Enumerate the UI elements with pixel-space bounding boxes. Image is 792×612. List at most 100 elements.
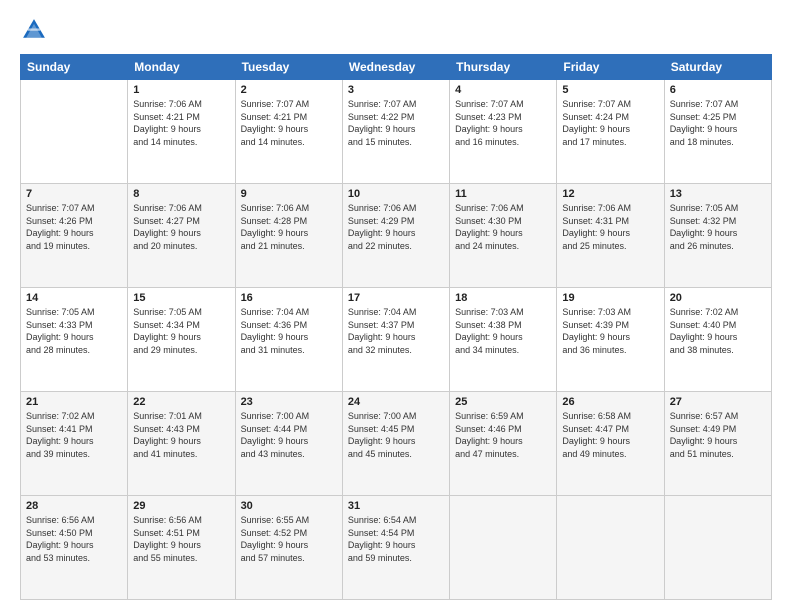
calendar-row: 28 Sunrise: 6:56 AM Sunset: 4:50 PM Dayli… xyxy=(21,496,772,600)
header-friday: Friday xyxy=(557,55,664,80)
calendar-cell: 4Sunrise: 7:07 AM Sunset: 4:23 PM Daylig… xyxy=(450,80,557,184)
logo xyxy=(20,16,52,44)
cell-info-text: Sunrise: 7:03 AM Sunset: 4:38 PM Dayligh… xyxy=(455,306,551,356)
header-saturday: Saturday xyxy=(664,55,771,80)
calendar-cell xyxy=(557,496,664,600)
cell-info-text: Sunrise: 7:07 AM Sunset: 4:22 PM Dayligh… xyxy=(348,98,444,148)
cell-info-text: Sunrise: 7:01 AM Sunset: 4:43 PM Dayligh… xyxy=(133,410,229,460)
cell-info-text: Sunrise: 6:59 AM Sunset: 4:46 PM Dayligh… xyxy=(455,410,551,460)
cell-info-text: Sunrise: 7:03 AM Sunset: 4:39 PM Dayligh… xyxy=(562,306,658,356)
cell-info-text: Sunrise: 7:06 AM Sunset: 4:29 PM Dayligh… xyxy=(348,202,444,252)
calendar-cell: 24 Sunrise: 7:00 AM Sunset: 4:45 PM Dayli… xyxy=(342,392,449,496)
cell-date-number: 7 xyxy=(26,188,122,200)
header-tuesday: Tuesday xyxy=(235,55,342,80)
cell-info-text: Sunrise: 7:06 AM Sunset: 4:27 PM Dayligh… xyxy=(133,202,229,252)
calendar-cell: 28 Sunrise: 6:56 AM Sunset: 4:50 PM Dayli… xyxy=(21,496,128,600)
header-thursday: Thursday xyxy=(450,55,557,80)
page: Sunday Monday Tuesday Wednesday Thursday… xyxy=(0,0,792,612)
logo-icon xyxy=(20,16,48,44)
cell-info-text: Sunrise: 7:06 AM Sunset: 4:28 PM Dayligh… xyxy=(241,202,337,252)
cell-date-number: 17 xyxy=(348,292,444,304)
cell-info-text: Sunrise: 7:06 AM Sunset: 4:30 PM Dayligh… xyxy=(455,202,551,252)
cell-date-number: 25 xyxy=(455,396,551,408)
cell-date-number: 8 xyxy=(133,188,229,200)
cell-date-number: 2 xyxy=(241,84,337,96)
calendar-cell: 1 Sunrise: 7:06 AM Sunset: 4:21 PM Daylig… xyxy=(128,80,235,184)
cell-date-number: 30 xyxy=(241,500,337,512)
calendar-cell: 7 Sunrise: 7:07 AM Sunset: 4:26 PM Daylig… xyxy=(21,184,128,288)
calendar-cell: 14Sunrise: 7:05 AM Sunset: 4:33 PM Dayli… xyxy=(21,288,128,392)
weekday-header-row: Sunday Monday Tuesday Wednesday Thursday… xyxy=(21,55,772,80)
cell-date-number: 9 xyxy=(241,188,337,200)
calendar-cell: 27Sunrise: 6:57 AM Sunset: 4:49 PM Dayli… xyxy=(664,392,771,496)
calendar-cell: 25 Sunrise: 6:59 AM Sunset: 4:46 PM Dayli… xyxy=(450,392,557,496)
calendar-cell: 2 Sunrise: 7:07 AM Sunset: 4:21 PM Daylig… xyxy=(235,80,342,184)
cell-info-text: Sunrise: 7:00 AM Sunset: 4:44 PM Dayligh… xyxy=(241,410,337,460)
calendar-cell: 21 Sunrise: 7:02 AM Sunset: 4:41 PM Dayli… xyxy=(21,392,128,496)
cell-info-text: Sunrise: 7:02 AM Sunset: 4:40 PM Dayligh… xyxy=(670,306,766,356)
cell-date-number: 14 xyxy=(26,292,122,304)
cell-date-number: 27 xyxy=(670,396,766,408)
calendar-row: 7 Sunrise: 7:07 AM Sunset: 4:26 PM Daylig… xyxy=(21,184,772,288)
calendar-cell xyxy=(21,80,128,184)
calendar-cell: 26Sunrise: 6:58 AM Sunset: 4:47 PM Dayli… xyxy=(557,392,664,496)
cell-date-number: 19 xyxy=(562,292,658,304)
cell-info-text: Sunrise: 6:54 AM Sunset: 4:54 PM Dayligh… xyxy=(348,514,444,564)
calendar-cell: 6 Sunrise: 7:07 AM Sunset: 4:25 PM Daylig… xyxy=(664,80,771,184)
cell-date-number: 16 xyxy=(241,292,337,304)
header xyxy=(20,16,772,44)
calendar-cell: 11 Sunrise: 7:06 AM Sunset: 4:30 PM Dayli… xyxy=(450,184,557,288)
calendar-cell: 31Sunrise: 6:54 AM Sunset: 4:54 PM Dayli… xyxy=(342,496,449,600)
cell-date-number: 18 xyxy=(455,292,551,304)
cell-date-number: 22 xyxy=(133,396,229,408)
calendar-cell xyxy=(450,496,557,600)
cell-info-text: Sunrise: 7:06 AM Sunset: 4:21 PM Dayligh… xyxy=(133,98,229,148)
cell-date-number: 11 xyxy=(455,188,551,200)
cell-info-text: Sunrise: 7:07 AM Sunset: 4:21 PM Dayligh… xyxy=(241,98,337,148)
calendar-cell: 20 Sunrise: 7:02 AM Sunset: 4:40 PM Dayli… xyxy=(664,288,771,392)
cell-info-text: Sunrise: 7:07 AM Sunset: 4:25 PM Dayligh… xyxy=(670,98,766,148)
calendar-cell: 15 Sunrise: 7:05 AM Sunset: 4:34 PM Dayli… xyxy=(128,288,235,392)
cell-date-number: 15 xyxy=(133,292,229,304)
cell-date-number: 21 xyxy=(26,396,122,408)
cell-info-text: Sunrise: 7:05 AM Sunset: 4:32 PM Dayligh… xyxy=(670,202,766,252)
header-wednesday: Wednesday xyxy=(342,55,449,80)
cell-date-number: 5 xyxy=(562,84,658,96)
cell-info-text: Sunrise: 7:04 AM Sunset: 4:36 PM Dayligh… xyxy=(241,306,337,356)
cell-date-number: 28 xyxy=(26,500,122,512)
calendar-cell: 9 Sunrise: 7:06 AM Sunset: 4:28 PM Daylig… xyxy=(235,184,342,288)
calendar-cell: 18 Sunrise: 7:03 AM Sunset: 4:38 PM Dayli… xyxy=(450,288,557,392)
calendar-cell: 17Sunrise: 7:04 AM Sunset: 4:37 PM Dayli… xyxy=(342,288,449,392)
cell-info-text: Sunrise: 7:07 AM Sunset: 4:23 PM Dayligh… xyxy=(455,98,551,148)
calendar-table: Sunday Monday Tuesday Wednesday Thursday… xyxy=(20,54,772,600)
header-monday: Monday xyxy=(128,55,235,80)
cell-info-text: Sunrise: 7:00 AM Sunset: 4:45 PM Dayligh… xyxy=(348,410,444,460)
cell-info-text: Sunrise: 6:58 AM Sunset: 4:47 PM Dayligh… xyxy=(562,410,658,460)
calendar-cell: 10Sunrise: 7:06 AM Sunset: 4:29 PM Dayli… xyxy=(342,184,449,288)
calendar-cell: 5 Sunrise: 7:07 AM Sunset: 4:24 PM Daylig… xyxy=(557,80,664,184)
calendar-cell: 30 Sunrise: 6:55 AM Sunset: 4:52 PM Dayli… xyxy=(235,496,342,600)
calendar-row: 1 Sunrise: 7:06 AM Sunset: 4:21 PM Daylig… xyxy=(21,80,772,184)
cell-info-text: Sunrise: 6:55 AM Sunset: 4:52 PM Dayligh… xyxy=(241,514,337,564)
cell-info-text: Sunrise: 7:06 AM Sunset: 4:31 PM Dayligh… xyxy=(562,202,658,252)
cell-info-text: Sunrise: 6:56 AM Sunset: 4:50 PM Dayligh… xyxy=(26,514,122,564)
calendar-cell xyxy=(664,496,771,600)
cell-date-number: 29 xyxy=(133,500,229,512)
cell-date-number: 3 xyxy=(348,84,444,96)
cell-info-text: Sunrise: 7:05 AM Sunset: 4:34 PM Dayligh… xyxy=(133,306,229,356)
cell-date-number: 20 xyxy=(670,292,766,304)
calendar-cell: 13Sunrise: 7:05 AM Sunset: 4:32 PM Dayli… xyxy=(664,184,771,288)
cell-date-number: 1 xyxy=(133,84,229,96)
calendar-cell: 19 Sunrise: 7:03 AM Sunset: 4:39 PM Dayli… xyxy=(557,288,664,392)
cell-info-text: Sunrise: 7:07 AM Sunset: 4:26 PM Dayligh… xyxy=(26,202,122,252)
calendar-cell: 16 Sunrise: 7:04 AM Sunset: 4:36 PM Dayli… xyxy=(235,288,342,392)
calendar-row: 21 Sunrise: 7:02 AM Sunset: 4:41 PM Dayli… xyxy=(21,392,772,496)
cell-date-number: 24 xyxy=(348,396,444,408)
cell-info-text: Sunrise: 7:02 AM Sunset: 4:41 PM Dayligh… xyxy=(26,410,122,460)
cell-date-number: 6 xyxy=(670,84,766,96)
header-sunday: Sunday xyxy=(21,55,128,80)
cell-info-text: Sunrise: 7:07 AM Sunset: 4:24 PM Dayligh… xyxy=(562,98,658,148)
cell-info-text: Sunrise: 6:56 AM Sunset: 4:51 PM Dayligh… xyxy=(133,514,229,564)
cell-date-number: 23 xyxy=(241,396,337,408)
calendar-cell: 22 Sunrise: 7:01 AM Sunset: 4:43 PM Dayli… xyxy=(128,392,235,496)
